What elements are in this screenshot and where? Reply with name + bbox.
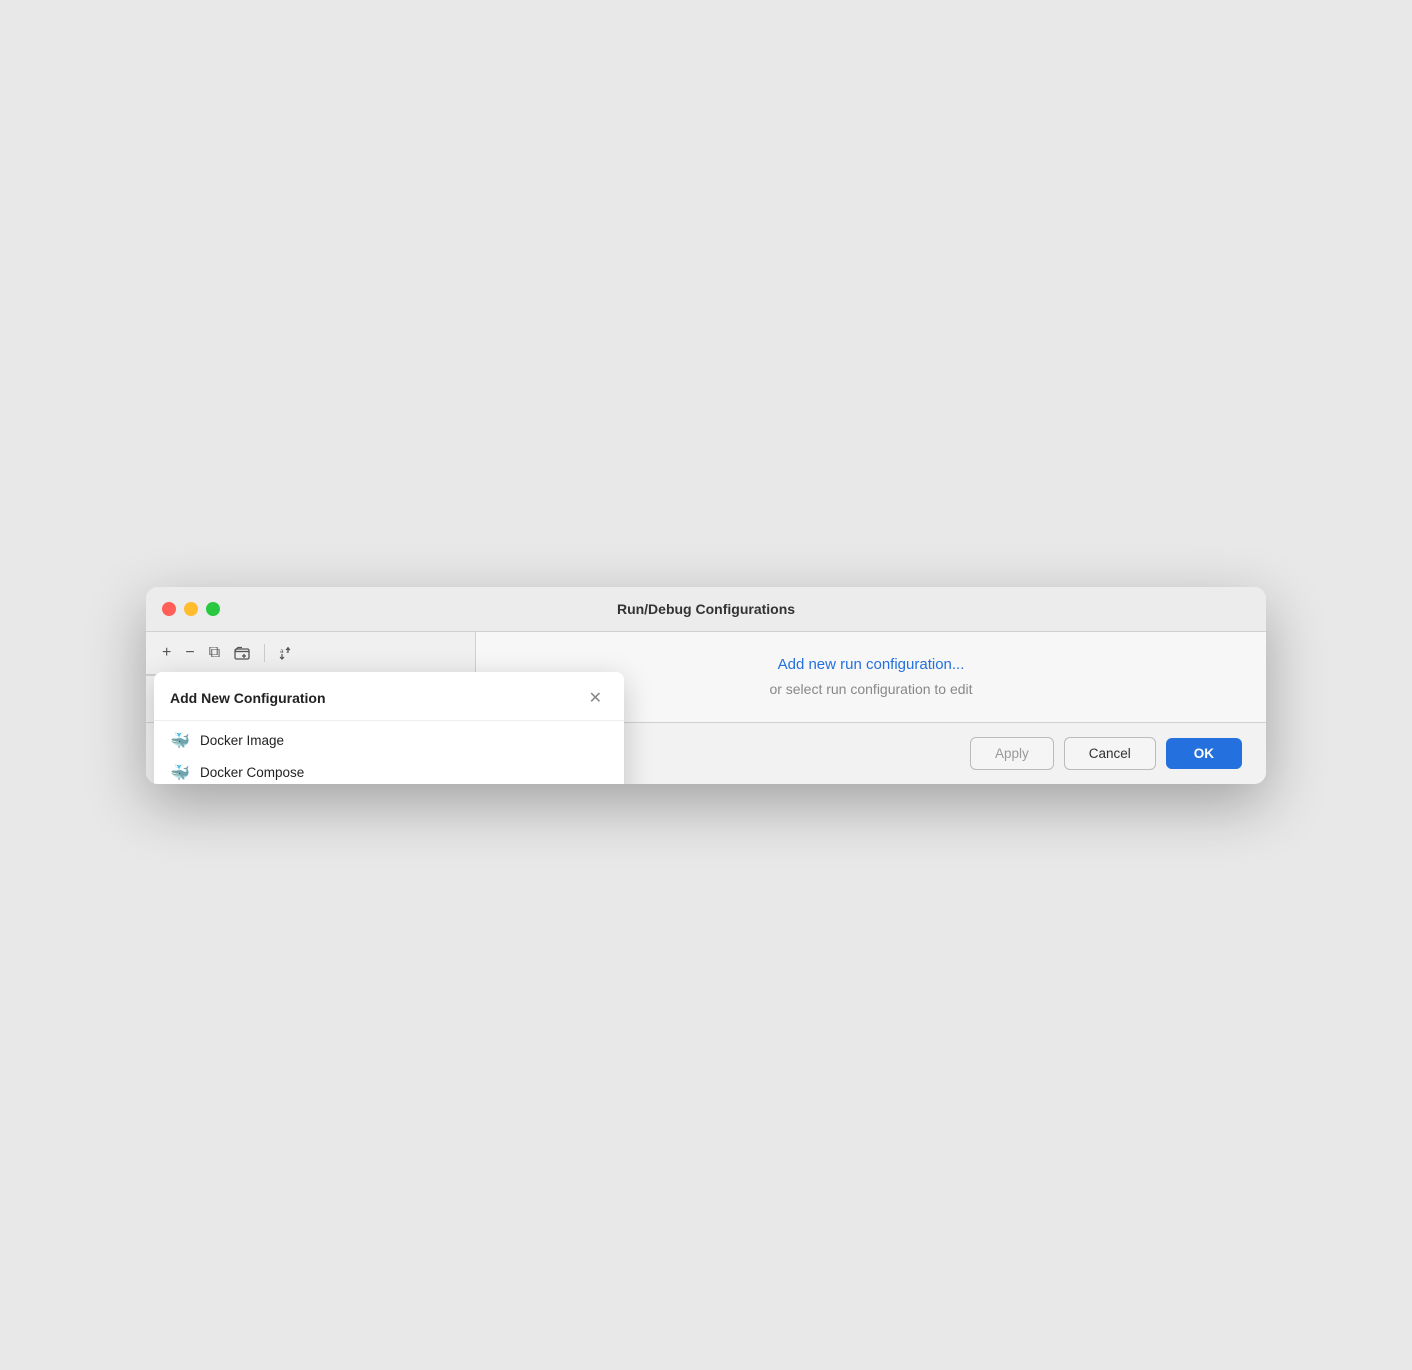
copy-configuration-button[interactable]: ⧉ — [205, 640, 224, 666]
list-item[interactable]: 🐳 Docker Compose — [154, 757, 624, 784]
toolbar-separator — [264, 644, 265, 662]
titlebar: Run/Debug Configurations — [146, 587, 1266, 632]
ok-button[interactable]: OK — [1166, 738, 1242, 769]
footer-right: Apply Cancel OK — [970, 737, 1242, 770]
dropdown-title: Add New Configuration — [170, 690, 326, 706]
run-debug-dialog: Run/Debug Configurations + − ⧉ — [146, 587, 1266, 784]
docker-compose-icon: 🐳 — [170, 763, 190, 783]
select-config-hint: or select run configuration to edit — [769, 681, 972, 697]
apply-button[interactable]: Apply — [970, 737, 1054, 770]
titlebar-buttons — [162, 602, 220, 616]
add-configuration-button[interactable]: + — [158, 640, 175, 666]
item-label: Docker Compose — [200, 765, 304, 780]
main-content: + − ⧉ a z — [146, 632, 1266, 722]
add-config-dropdown: Add New Configuration ✕ 🐳 Docker Image 🐳… — [154, 672, 624, 784]
docker-image-icon: 🐳 — [170, 731, 190, 751]
close-button[interactable] — [162, 602, 176, 616]
new-folder-button[interactable] — [230, 641, 254, 665]
list-item[interactable]: 🐳 Docker Image — [154, 725, 624, 757]
dialog-title: Run/Debug Configurations — [617, 601, 795, 617]
dropdown-close-button[interactable]: ✕ — [583, 686, 608, 710]
cancel-button[interactable]: Cancel — [1064, 737, 1156, 770]
minimize-button[interactable] — [184, 602, 198, 616]
sort-button[interactable]: a z — [275, 641, 299, 665]
left-panel: + − ⧉ a z — [146, 632, 476, 722]
dropdown-header: Add New Configuration ✕ — [154, 680, 624, 721]
maximize-button[interactable] — [206, 602, 220, 616]
toolbar: + − ⧉ a z — [146, 632, 475, 675]
item-label: Docker Image — [200, 733, 284, 748]
svg-text:a: a — [280, 648, 284, 655]
remove-configuration-button[interactable]: − — [181, 640, 198, 666]
add-config-hint[interactable]: Add new run configuration... — [778, 656, 965, 673]
